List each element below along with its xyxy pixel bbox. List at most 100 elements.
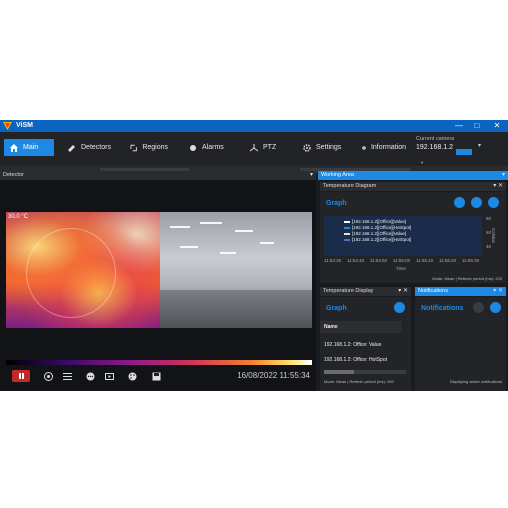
close-icon[interactable]: ▾ ✕ <box>493 182 503 191</box>
visual-image <box>160 212 312 328</box>
x-axis-label: Time <box>396 266 406 271</box>
display-column-header: Name <box>320 321 402 333</box>
camera-selector[interactable] <box>456 149 472 155</box>
ceiling-light <box>170 226 190 228</box>
minimize-button[interactable]: — <box>452 120 466 132</box>
nav-information[interactable]: Information <box>356 139 412 156</box>
legend-swatch <box>344 232 350 235</box>
notifications-header-label: Notifications <box>418 288 448 294</box>
x-tick: 11:55:00 <box>393 258 411 263</box>
close-button[interactable]: ✕ <box>490 120 504 132</box>
ceiling-light <box>180 246 198 248</box>
player-controls: 16/08/2022 11:55:34 <box>6 367 312 385</box>
x-tick: 11:54:40 <box>347 258 365 263</box>
home-icon <box>10 143 18 152</box>
legend-swatch <box>344 220 350 223</box>
diagram-pause-button[interactable] <box>488 197 499 208</box>
title-bar: ViSM — □ ✕ <box>0 120 508 132</box>
temperature-display-title: Temperature Display <box>323 288 374 294</box>
alarm-icon <box>190 144 196 151</box>
diagram-save-button[interactable] <box>471 197 482 208</box>
diagram-graph-title: Graph <box>326 200 347 207</box>
nav-detectors-label: Detectors <box>81 144 111 151</box>
timestamp: 16/08/2022 11:55:34 <box>237 371 310 380</box>
current-camera: Current camera 192.168.1.2 ▼ <box>416 136 476 165</box>
office-desks <box>160 290 312 328</box>
display-graph-title: Graph <box>326 305 347 312</box>
diagram-status: Mode: Mean | Refresh period (ms): 200 <box>432 276 502 281</box>
notifications-header: Notifications ▾ ✕ <box>415 287 506 296</box>
x-tick: 11:55:20 <box>439 258 457 263</box>
main-nav: Main Detectors Regions Alarms PTZ Settin… <box>0 132 508 167</box>
notifications-filter-button[interactable] <box>490 302 501 313</box>
temperature-display-header: Temperature Display ▾ ✕ <box>320 287 411 296</box>
detector-header-label: Detector <box>3 172 24 178</box>
info-icon <box>362 145 366 150</box>
detector-header: Detector ▾ <box>0 171 316 180</box>
nav-regions[interactable]: Regions <box>124 139 174 156</box>
nav-settings[interactable]: Settings <box>297 139 349 156</box>
ellipsis-icon[interactable] <box>86 372 95 381</box>
ptz-icon <box>250 143 258 151</box>
temperature-display-panel: Graph Name 192.168.1.2: Office: Value 19… <box>320 297 411 391</box>
working-area-header: Working Area ▾ <box>318 171 508 180</box>
color-palette-bar <box>6 360 312 365</box>
panel-menu-icon[interactable]: ▾ <box>310 171 313 180</box>
close-icon[interactable]: ▾ ✕ <box>493 287 503 296</box>
app-title: ViSM <box>16 122 33 129</box>
legend-swatch <box>344 238 350 241</box>
working-area-header-label: Working Area <box>321 172 354 178</box>
notifications-pause-button[interactable] <box>473 302 484 313</box>
nav-ptz[interactable]: PTZ <box>244 139 286 156</box>
nav-main[interactable]: Main <box>4 139 54 156</box>
gear-icon <box>303 143 311 152</box>
temperature-diagram-title: Temperature Diagram <box>323 183 377 189</box>
panel-menu-icon[interactable]: ▾ <box>502 171 505 180</box>
ceiling-light <box>220 252 236 254</box>
nav-information-label: Information <box>370 144 406 151</box>
nav-alarms[interactable]: Alarms <box>183 139 233 156</box>
nav-settings-label: Settings <box>316 144 342 151</box>
region-icon <box>130 144 137 151</box>
nav-ptz-label: PTZ <box>263 144 277 151</box>
nav-main-label: Main <box>23 144 39 151</box>
play-video-icon[interactable] <box>105 372 114 381</box>
x-tick: 11:54:30 <box>324 258 342 263</box>
y-tick: 80 <box>486 216 492 221</box>
legend-entry: [192.168.1.2][Office][HotSpot] <box>344 225 411 230</box>
video-view[interactable]: 30.0 °C <box>6 212 312 328</box>
nav-detectors[interactable]: Detectors <box>62 139 118 156</box>
table-row[interactable]: 192.168.1.2: Office: Value <box>320 339 402 351</box>
camera-menu-icon[interactable]: ▾ <box>478 142 481 149</box>
y-axis-label: Celsius <box>491 228 496 243</box>
ceiling-light <box>260 242 274 244</box>
ceiling-light <box>235 230 253 232</box>
legend-entry: [192.168.1.2][Office][Value] <box>344 231 406 236</box>
chevron-down-icon[interactable]: ▼ <box>420 160 424 165</box>
y-tick: 40 <box>486 244 492 249</box>
measurement-region <box>26 228 116 318</box>
thermal-temp-label: 30.0 °C <box>8 214 29 220</box>
list-icon[interactable] <box>63 372 72 381</box>
app-window: ViSM — □ ✕ Main Detectors Regions Alarms… <box>0 120 508 391</box>
notifications-title: Notifications <box>421 305 464 312</box>
save-icon[interactable] <box>152 372 161 381</box>
maximize-button[interactable]: □ <box>470 120 484 132</box>
x-tick: 11:55:10 <box>416 258 434 263</box>
nav-regions-label: Regions <box>142 144 168 151</box>
palette-icon[interactable] <box>128 372 137 381</box>
app-logo-icon <box>3 122 12 130</box>
nav-alarms-label: Alarms <box>202 144 224 151</box>
display-settings-button[interactable] <box>394 302 405 313</box>
notifications-panel: Notifications Displaying active notifica… <box>415 297 506 391</box>
x-tick: 11:55:30 <box>462 258 480 263</box>
camera-icon <box>68 144 75 152</box>
horizontal-scrollbar[interactable] <box>324 370 406 374</box>
table-row[interactable]: 192.168.1.2: Office: HotSpot <box>320 354 402 366</box>
legend-entry: [192.168.1.2][Office][HotSpot] <box>344 237 411 242</box>
pause-button[interactable] <box>12 370 30 382</box>
aperture-icon[interactable] <box>44 372 53 381</box>
diagram-settings-button[interactable] <box>454 197 465 208</box>
temperature-diagram-panel: Graph [192.168.1.2][Office][Value] [192.… <box>320 192 506 283</box>
close-icon[interactable]: ▾ ✕ <box>398 287 408 296</box>
